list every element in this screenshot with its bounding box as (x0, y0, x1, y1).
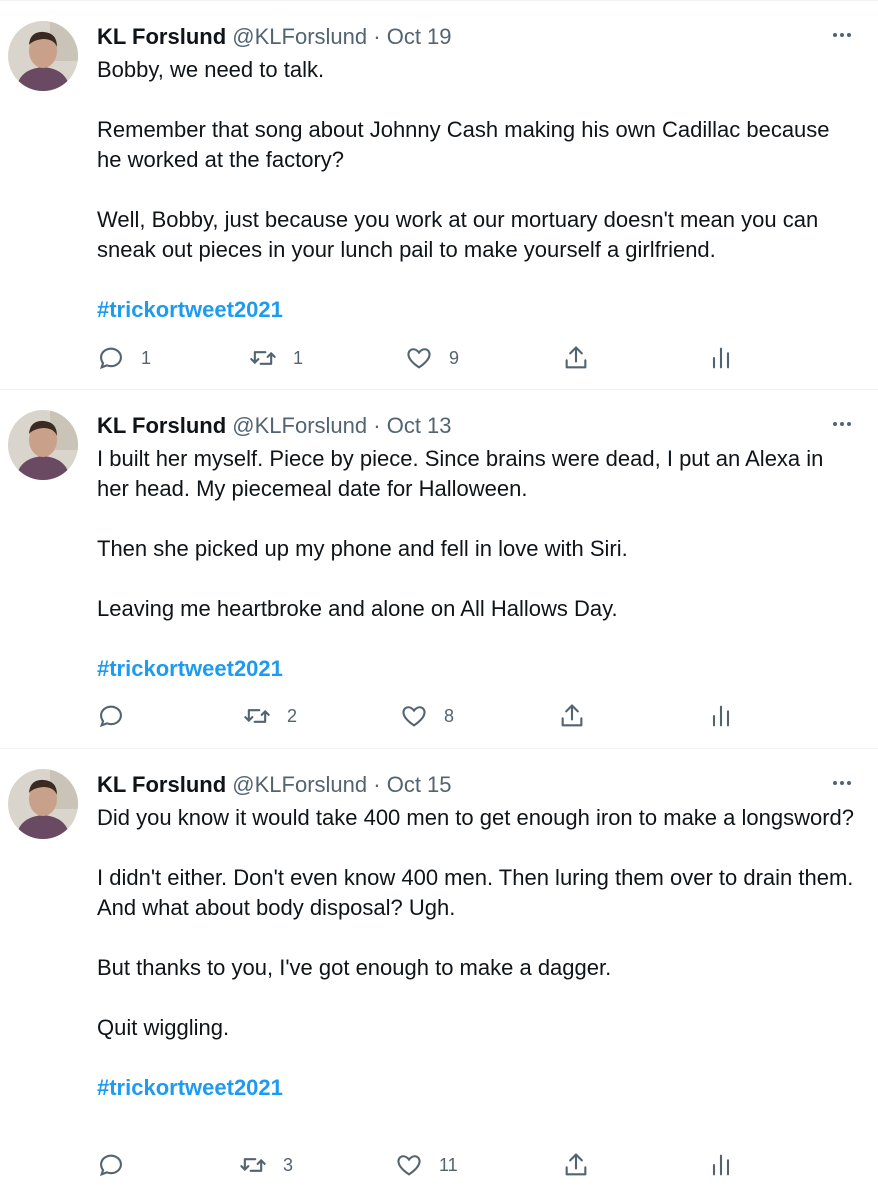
avatar[interactable] (8, 410, 78, 480)
tweet-paragraph: Quit wiggling. (97, 1015, 230, 1040)
retweet-icon (250, 351, 276, 365)
analytics-button[interactable] (707, 342, 735, 374)
tweet-header: KL Forslund @KLForslund · Oct 19 (97, 23, 452, 51)
retweet-count: 2 (287, 705, 298, 726)
author-name[interactable]: KL Forslund (97, 772, 226, 797)
reply-count: 1 (141, 347, 152, 368)
like-icon (402, 706, 426, 727)
analytics-icon (712, 347, 730, 369)
tweet-feed: KL Forslund @KLForslund · Oct 19 Bobby, … (0, 0, 878, 1196)
author-handle[interactable]: @KLForslund (232, 413, 367, 438)
retweet-icon (244, 709, 270, 723)
tweet-text: Bobby, we need to talk. Remember that so… (97, 55, 857, 325)
more-icon[interactable] (830, 771, 854, 795)
like-count: 11 (439, 1154, 458, 1175)
author-name[interactable]: KL Forslund (97, 24, 226, 49)
tweet-paragraph: Leaving me heartbroke and alone on All H… (97, 596, 618, 621)
tweet-actions: 3 11 (97, 1149, 757, 1181)
author-handle[interactable]: @KLForslund (232, 24, 367, 49)
separator: · (373, 413, 381, 438)
author-name[interactable]: KL Forslund (97, 413, 226, 438)
analytics-icon (712, 705, 730, 727)
tweet-paragraph: Bobby, we need to talk. (97, 57, 325, 82)
hashtag-link[interactable]: #trickortweet2021 (97, 295, 857, 325)
tweet-date[interactable]: Oct 19 (387, 24, 452, 49)
tweet-text: I built her myself. Piece by piece. Sinc… (97, 444, 857, 684)
share-icon (561, 704, 583, 727)
like-button[interactable]: 11 (395, 1149, 458, 1181)
like-button[interactable]: 8 (400, 700, 454, 732)
author-handle[interactable]: @KLForslund (232, 772, 367, 797)
tweet-paragraph: Did you know it would take 400 men to ge… (97, 805, 855, 830)
share-button[interactable] (558, 700, 586, 732)
tweet-header: KL Forslund @KLForslund · Oct 15 (97, 771, 452, 799)
tweet[interactable]: KL Forslund @KLForslund · Oct 13 I built… (0, 390, 878, 749)
tweet-date[interactable]: Oct 15 (387, 772, 452, 797)
share-button[interactable] (562, 1149, 590, 1181)
analytics-button[interactable] (707, 1149, 735, 1181)
like-icon (397, 1155, 421, 1176)
tweet-paragraph: I didn't either. Don't even know 400 men… (97, 865, 854, 920)
tweet-paragraph: But thanks to you, I've got enough to ma… (97, 955, 612, 980)
share-icon (565, 1153, 587, 1176)
tweet-paragraph: I built her myself. Piece by piece. Sinc… (97, 446, 824, 501)
tweet-actions: 2 8 (97, 700, 757, 732)
hashtag-link[interactable]: #trickortweet2021 (97, 654, 857, 684)
tweet-paragraph: Well, Bobby, just because you work at ou… (97, 207, 819, 262)
retweet-button[interactable]: 3 (239, 1149, 293, 1181)
tweet-header: KL Forslund @KLForslund · Oct 13 (97, 412, 452, 440)
tweet-paragraph: Remember that song about Johnny Cash mak… (97, 117, 830, 172)
reply-button[interactable] (97, 1149, 141, 1181)
reply-icon (99, 705, 122, 728)
retweet-icon (240, 1158, 266, 1172)
like-button[interactable]: 9 (405, 342, 459, 374)
more-icon[interactable] (830, 412, 854, 436)
tweet-paragraph: Then she picked up my phone and fell in … (97, 536, 628, 561)
separator: · (373, 24, 381, 49)
reply-button[interactable]: 1 (97, 342, 151, 374)
avatar[interactable] (8, 769, 78, 839)
retweet-count: 3 (283, 1154, 294, 1175)
like-count: 9 (449, 347, 460, 368)
share-icon (565, 346, 587, 369)
retweet-button[interactable]: 1 (249, 342, 303, 374)
reply-icon (99, 347, 122, 370)
like-count: 8 (444, 705, 455, 726)
tweet-date[interactable]: Oct 13 (387, 413, 452, 438)
hashtag-link[interactable]: #trickortweet2021 (97, 1073, 857, 1103)
separator: · (373, 772, 381, 797)
analytics-button[interactable] (707, 700, 735, 732)
more-icon[interactable] (830, 23, 854, 47)
analytics-icon (712, 1154, 730, 1176)
share-button[interactable] (562, 342, 590, 374)
reply-icon (99, 1154, 122, 1177)
reply-button[interactable] (97, 700, 141, 732)
tweet-text: Did you know it would take 400 men to ge… (97, 803, 857, 1103)
tweet-actions: 1 1 9 (97, 342, 757, 374)
avatar[interactable] (8, 21, 78, 91)
retweet-button[interactable]: 2 (243, 700, 297, 732)
tweet[interactable]: KL Forslund @KLForslund · Oct 19 Bobby, … (0, 0, 878, 390)
tweet[interactable]: KL Forslund @KLForslund · Oct 15 Did you… (0, 749, 878, 1196)
like-icon (407, 348, 431, 369)
retweet-count: 1 (293, 347, 304, 368)
